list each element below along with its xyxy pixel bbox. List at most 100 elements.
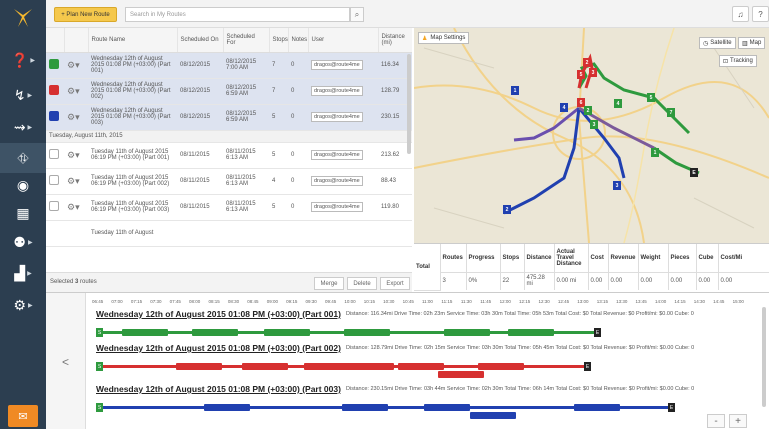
map-stop-marker[interactable]: 1 [511,86,519,95]
sidebar-item-route-planner[interactable]: ↯ ▶ [0,80,46,110]
timeline-collapse-button[interactable]: < [46,293,86,429]
timeline-end-marker[interactable]: E [594,328,601,337]
col-route-name[interactable]: Route Name [88,28,178,53]
timeline-stop-segment[interactable] [122,329,168,336]
user-select[interactable]: dragos@route4me [311,176,363,186]
col-scheduled-for[interactable]: Scheduled For [223,28,270,53]
timeline-stop-segment[interactable] [344,329,390,336]
route-name[interactable]: Wednesday 12th of August 2015 01:08 PM (… [88,104,177,131]
bell-icon[interactable]: ♫ [732,6,749,22]
sidebar-item-reports[interactable]: ▟ ▶ [0,258,46,288]
sidebar-item-help[interactable]: ❓ ▶ [0,45,46,75]
col-scheduled-on[interactable]: Scheduled On [177,28,224,53]
map-stop-marker[interactable]: 4 [614,99,622,108]
table-row[interactable]: Tuesday 11th of August [46,220,412,247]
table-row[interactable]: ⚙▾ Tuesday 11th of August 2015 06:19 PM … [46,194,412,221]
timeline-end-marker[interactable]: E [668,403,675,412]
route-name[interactable]: Wednesday 12th of August 2015 01:08 PM (… [88,78,177,105]
table-row[interactable]: ⚙▾ Wednesday 12th of August 2015 01:08 P… [46,104,412,131]
tracking-toggle[interactable]: ⊡ Tracking [719,55,757,67]
timeline-stop-segment[interactable] [242,363,288,370]
search-icon[interactable]: ⌕ [350,7,364,22]
user-select[interactable]: dragos@route4me [311,202,363,212]
timeline-stop-segment[interactable] [348,363,394,370]
zoom-out-button[interactable]: - [707,414,725,428]
user-select[interactable]: dragos@route4me [311,60,363,70]
timeline-stop-segment[interactable] [398,363,444,370]
route-checkbox[interactable] [49,85,59,95]
plan-new-route-button[interactable]: + Plan New Route [54,7,117,22]
user-select[interactable]: dragos@route4me [311,112,363,122]
map-stop-marker[interactable]: 5 [577,70,585,79]
map-settings-button[interactable]: ♟ Map Settings [418,32,470,44]
timeline-stop-segment[interactable] [176,363,222,370]
table-row[interactable]: ⚙▾ Tuesday 11th of August 2015 06:19 PM … [46,168,412,195]
gear-icon[interactable]: ⚙▾ [67,150,80,160]
map-depot-marker[interactable]: E [690,168,698,177]
timeline-scrollbar[interactable] [762,307,766,407]
route-name[interactable]: Tuesday 11th of August 2015 06:19 PM (+0… [88,194,177,221]
user-select[interactable]: dragos@route4me [311,86,363,96]
timeline-route-title[interactable]: Wednesday 12th of August 2015 01:08 PM (… [96,384,341,394]
timeline-stop-segment[interactable] [470,412,516,419]
gear-icon[interactable]: ⚙▾ [67,202,80,212]
map-stop-marker[interactable]: 7 [667,108,675,117]
map-stop-marker[interactable]: 2 [583,58,591,67]
col-notes[interactable]: Notes [288,28,309,53]
timeline-start-marker[interactable]: S [96,362,103,371]
gear-icon[interactable]: ⚙▾ [67,112,80,122]
map-stop-marker[interactable]: 3 [589,68,597,77]
route-checkbox[interactable] [49,111,59,121]
export-button[interactable]: Export [380,277,410,290]
map-stop-marker[interactable]: 2 [584,106,592,115]
route-checkbox[interactable] [49,59,59,69]
sidebar-item-addressbook[interactable]: ▦ [0,198,46,228]
chat-button[interactable]: ✉ [8,405,38,427]
timeline-stop-segment[interactable] [342,404,388,411]
col-stops[interactable]: Stops [269,28,289,53]
gear-icon[interactable]: ⚙▾ [67,176,80,186]
timeline-end-marker[interactable]: E [584,362,591,371]
route-checkbox[interactable] [49,149,59,159]
satellite-toggle[interactable]: ◷ Satellite [699,37,736,49]
list-scrollbar[interactable] [407,54,411,154]
zoom-in-button[interactable]: + [729,414,747,428]
timeline-route-title[interactable]: Wednesday 12th of August 2015 01:08 PM (… [96,343,341,353]
table-row[interactable]: ⚙▾ Wednesday 12th of August 2015 01:08 P… [46,78,412,105]
timeline-stop-segment[interactable] [204,404,250,411]
map-stop-marker[interactable]: 5 [647,93,655,102]
sidebar-item-tracking[interactable]: ◉ [0,170,46,200]
timeline-stop-segment[interactable] [192,329,238,336]
table-row[interactable]: ⚙▾ Wednesday 12th of August 2015 01:08 P… [46,52,412,79]
route-name[interactable]: Tuesday 11th of August [88,220,177,247]
timeline-stop-segment[interactable] [478,363,524,370]
merge-button[interactable]: Merge [314,277,344,290]
sidebar-item-settings[interactable]: ⚙ ▶ [0,290,46,320]
timeline-start-marker[interactable]: S [96,403,103,412]
route-checkbox[interactable] [49,201,59,211]
sidebar-item-dispatch[interactable]: ⇝ ▶ [0,112,46,142]
sidebar-item-team[interactable]: ⚉ ▶ [0,227,46,257]
timeline-stop-segment[interactable] [574,404,620,411]
map-stop-marker[interactable]: 3 [590,120,598,129]
logo-icon[interactable] [8,3,38,33]
timeline-route-title[interactable]: Wednesday 12th of August 2015 01:08 PM (… [96,309,341,319]
map-toggle[interactable]: ▥ Map [738,37,766,49]
timeline-stop-segment[interactable] [424,404,470,411]
delete-button[interactable]: Delete [347,277,377,290]
route-name[interactable]: Tuesday 11th of August 2015 06:19 PM (+0… [88,142,177,169]
timeline-stop-segment[interactable] [444,329,490,336]
timeline-stop-segment[interactable] [508,329,554,336]
route-name[interactable]: Tuesday 11th of August 2015 06:19 PM (+0… [88,168,177,195]
table-row[interactable]: ⚙▾ Tuesday 11th of August 2015 06:19 PM … [46,142,412,169]
route-name[interactable]: Wednesday 12th of August 2015 01:08 PM (… [88,52,177,79]
route-map[interactable]: 1 4 2 3 5 6 2 3 4 5 7 1 3 2 E ♟ Map Setti… [414,28,769,243]
timeline-start-marker[interactable]: S [96,328,103,337]
timeline-stop-segment[interactable] [264,329,310,336]
map-stop-marker[interactable]: 3 [613,181,621,190]
search-input[interactable]: Search in My Routes [125,7,350,22]
timeline-stop-segment[interactable] [304,363,350,370]
help-top-icon[interactable]: ? [752,6,769,22]
gear-icon[interactable]: ⚙▾ [67,60,80,70]
map-stop-marker[interactable]: 4 [560,103,568,112]
